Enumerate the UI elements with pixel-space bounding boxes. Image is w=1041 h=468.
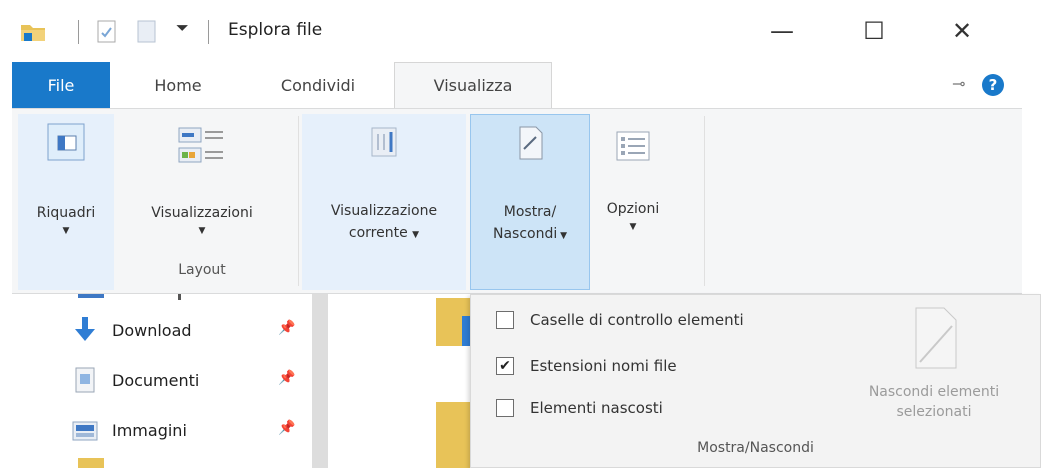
folder-icon[interactable] [436, 298, 470, 346]
nav-item-partial [78, 294, 104, 298]
option-label: Caselle di controllo elementi [530, 311, 744, 329]
options-label: Opzioni [606, 201, 660, 217]
current-view-label-line1: Visualizzazione [330, 203, 438, 219]
options-button[interactable]: Opzioni ▼ [598, 114, 668, 264]
show-hide-label-line2: Nascondi ▼ [492, 226, 568, 242]
show-hide-button[interactable]: Mostra/ Nascondi ▼ [470, 114, 590, 290]
download-icon [75, 317, 95, 341]
tab-share[interactable]: Condividi [254, 62, 382, 108]
window-title: Esplora file [228, 20, 323, 40]
pin-icon[interactable]: 📌 [278, 420, 295, 436]
item-checkboxes-option[interactable]: Caselle di controllo elementi [496, 306, 744, 334]
quick-access-separator [78, 20, 79, 44]
title-separator [208, 20, 209, 44]
current-view-button[interactable]: Visualizzazione corrente ▼ [302, 114, 466, 290]
option-label: Estensioni nomi file [530, 357, 677, 375]
ribbon-group-separator [298, 116, 299, 286]
pictures-icon [72, 421, 98, 441]
current-view-icon [371, 127, 397, 157]
minimize-button[interactable]: — [760, 12, 804, 50]
file-extensions-checkbox[interactable]: ✔ [496, 357, 514, 375]
show-hide-label-line1: Mostra/ [503, 204, 557, 220]
panes-icon [47, 123, 85, 161]
hide-selected-label-line1: Nascondi elementi [868, 384, 1000, 400]
documents-icon [75, 367, 95, 393]
panes-label: Riquadri [36, 205, 96, 221]
views-label: Visualizzazioni [151, 205, 253, 221]
maximize-button[interactable]: ☐ [852, 12, 896, 50]
panes-caret-icon: ▼ [62, 226, 70, 236]
show-hide-icon [519, 126, 543, 160]
folder-icon [78, 458, 104, 468]
show-hide-group-label: Mostra/Nascondi [697, 440, 814, 456]
hidden-items-option[interactable]: Elementi nascosti [496, 394, 663, 422]
options-caret-icon: ▼ [629, 222, 637, 232]
title-bar: ⏷ Esplora file — ☐ ✕ [0, 0, 1041, 62]
folder-icon[interactable] [20, 20, 46, 42]
customize-toolbar-icon[interactable]: ⏷ [176, 18, 189, 38]
nav-item-pictures[interactable]: Immagini [70, 412, 187, 448]
pin-ribbon-icon[interactable]: ⊸ [952, 74, 965, 93]
views-caret-icon: ▼ [198, 226, 206, 236]
navigation-scrollbar[interactable] [312, 294, 328, 468]
help-icon[interactable]: ? [982, 74, 1004, 96]
nav-item-label: Download [112, 320, 192, 340]
properties-icon[interactable] [96, 20, 118, 44]
tab-view[interactable]: Visualizza [394, 62, 552, 108]
layout-group-label: Layout [178, 262, 226, 278]
hide-selected-button[interactable]: Nascondi elementi selezionati [834, 382, 1034, 422]
close-button[interactable]: ✕ [940, 12, 984, 50]
file-extensions-option[interactable]: ✔ Estensioni nomi file [496, 352, 677, 380]
new-folder-icon[interactable] [136, 20, 158, 44]
current-view-label-line2: corrente ▼ [348, 225, 420, 241]
folder-icon[interactable] [436, 402, 470, 468]
panes-button[interactable]: Riquadri ▼ [18, 114, 114, 290]
nav-item-label: Documenti [112, 370, 200, 390]
hide-selected-icon [915, 307, 957, 369]
option-label: Elementi nascosti [530, 399, 663, 417]
views-icon [178, 127, 223, 163]
nav-item-documents[interactable]: Documenti [70, 362, 199, 398]
pin-icon[interactable]: 📌 [278, 370, 295, 386]
options-icon [616, 131, 650, 161]
nav-item-label: Immagini [112, 420, 187, 440]
tab-home[interactable]: Home [128, 62, 228, 108]
hidden-items-checkbox[interactable] [496, 399, 514, 417]
item-checkboxes-checkbox[interactable] [496, 311, 514, 329]
pin-icon[interactable]: 📌 [278, 320, 295, 336]
ribbon-group-separator [704, 116, 705, 286]
tab-file[interactable]: File [12, 62, 110, 108]
hide-selected-label-line2: selezionati [896, 404, 972, 420]
nav-item-download[interactable]: Download [70, 312, 192, 348]
views-button[interactable]: Visualizzazioni ▼ [122, 114, 282, 262]
nav-item-partial-pin [178, 294, 181, 300]
check-icon: ✔ [499, 358, 511, 374]
